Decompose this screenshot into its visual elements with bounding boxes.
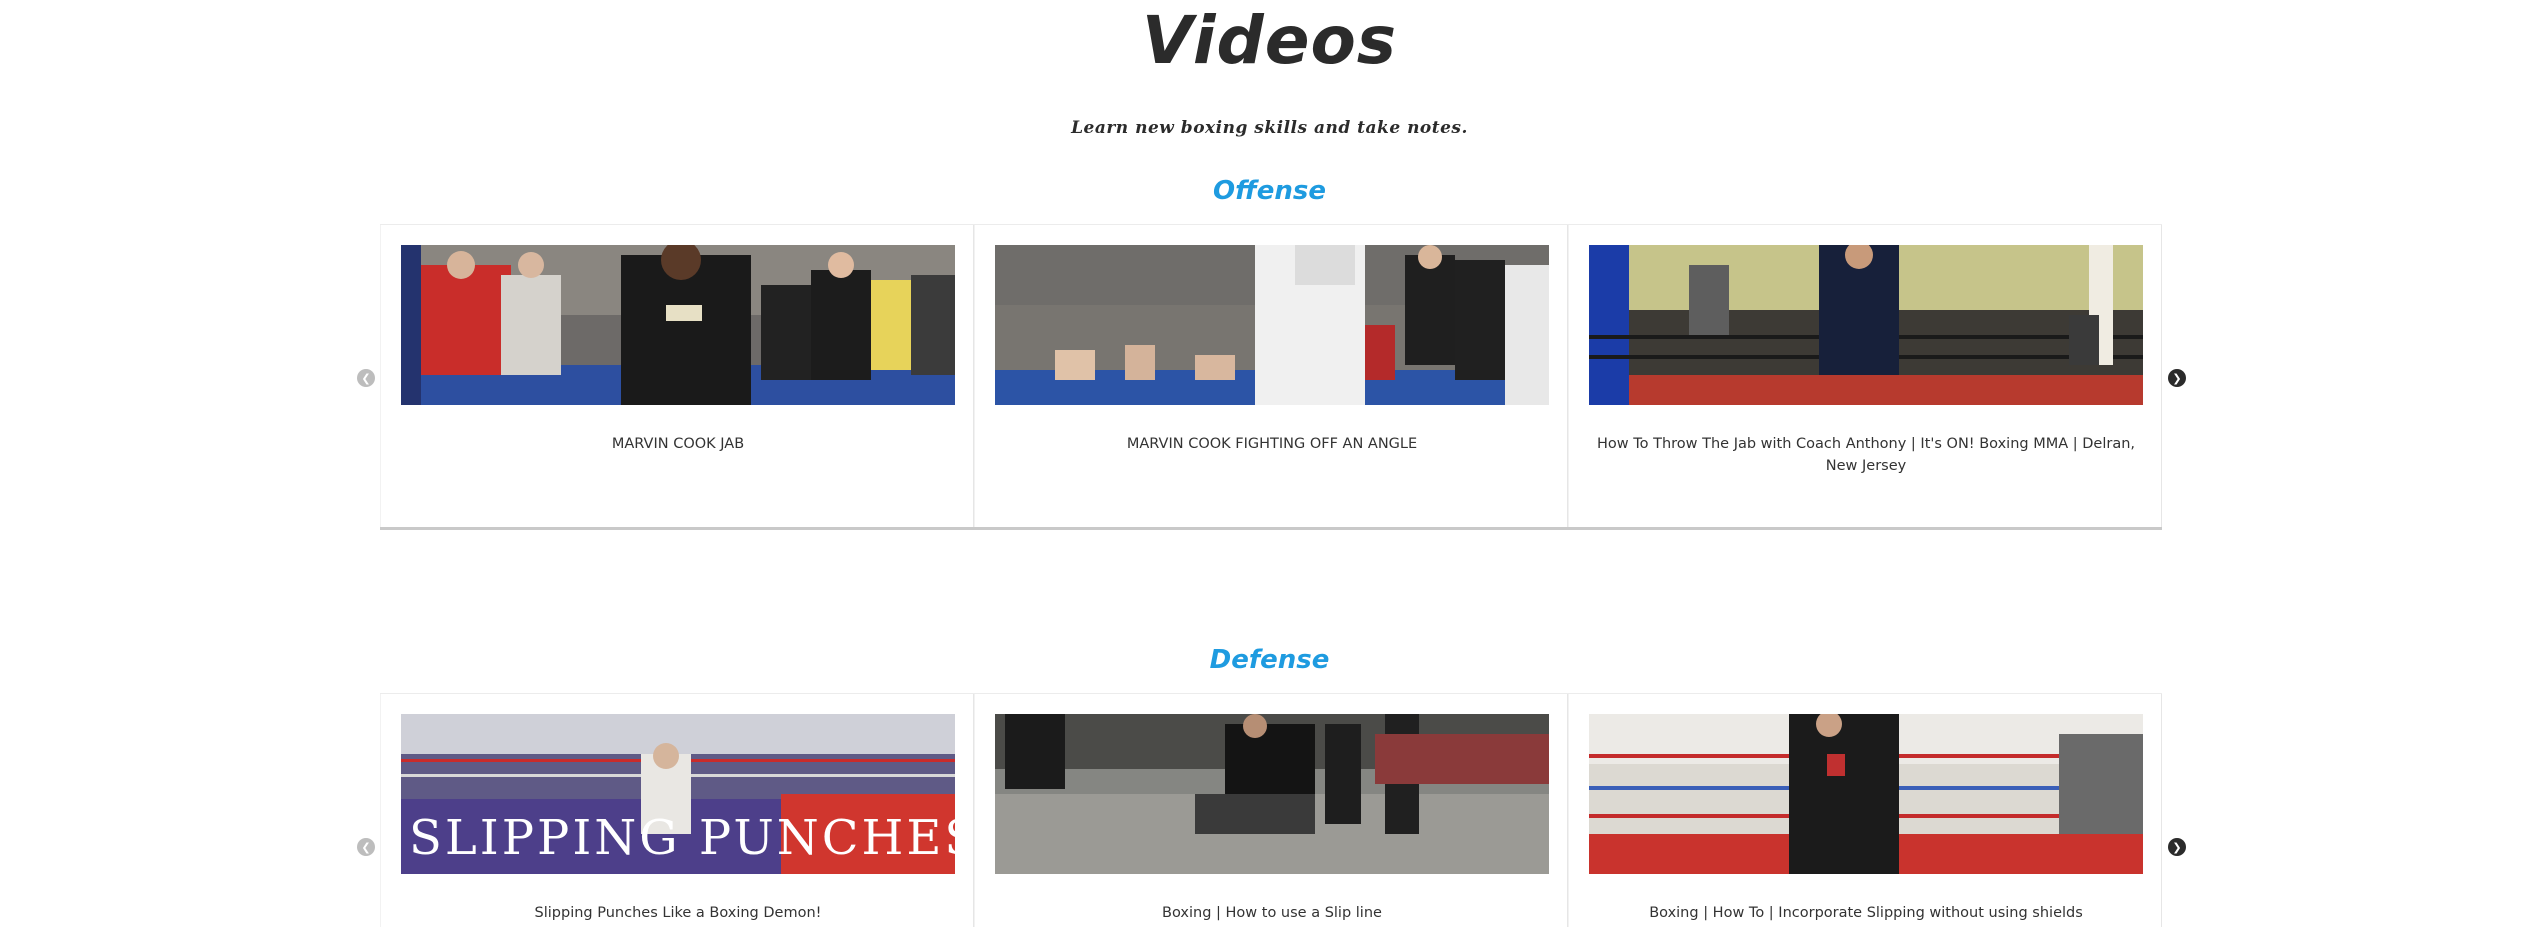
videos-page: Videos Learn new boxing skills and take …: [0, 0, 2539, 927]
thumbnail-text: SLIPPING PUNCHES: [409, 810, 955, 866]
chevron-right-icon: ❯: [2172, 840, 2182, 854]
video-title[interactable]: Slipping Punches Like a Boxing Demon!: [401, 902, 955, 924]
section-title-offense: Offense: [1212, 176, 1326, 206]
carousel-next-button-offense[interactable]: ❯: [2168, 369, 2186, 387]
video-title[interactable]: Boxing | How To | Incorporate Slipping w…: [1589, 902, 2143, 924]
section-title-defense: Defense: [1209, 645, 1330, 675]
chevron-left-icon: ❮: [361, 371, 371, 385]
carousel-prev-button-defense[interactable]: ❮: [357, 838, 375, 856]
video-card[interactable]: Boxing | How to use a Slip line: [974, 694, 1568, 927]
video-thumbnail[interactable]: [1589, 714, 2143, 874]
video-title[interactable]: How To Throw The Jab with Coach Anthony …: [1589, 433, 2143, 477]
chevron-left-icon: ❮: [361, 840, 371, 854]
video-card[interactable]: How To Throw The Jab with Coach Anthony …: [1568, 225, 2162, 527]
video-thumbnail[interactable]: [1589, 245, 2143, 405]
video-thumbnail[interactable]: SLIPPING PUNCHES: [401, 714, 955, 874]
video-title[interactable]: MARVIN COOK JAB: [401, 433, 955, 455]
video-card[interactable]: SLIPPING PUNCHES Slipping Punches Like a…: [380, 694, 974, 927]
carousel-track: MARVIN COOK JAB MARVIN COOK FIGHTING OFF…: [380, 224, 2162, 530]
carousel-next-button-defense[interactable]: ❯: [2168, 838, 2186, 856]
page-title: Videos: [1141, 2, 1398, 79]
video-card[interactable]: MARVIN COOK JAB: [380, 225, 974, 527]
video-title[interactable]: MARVIN COOK FIGHTING OFF AN ANGLE: [995, 433, 1549, 455]
video-thumbnail[interactable]: [995, 245, 1549, 405]
carousel-offense: MARVIN COOK JAB MARVIN COOK FIGHTING OFF…: [380, 224, 2162, 530]
video-title[interactable]: Boxing | How to use a Slip line: [995, 902, 1549, 924]
video-thumbnail[interactable]: [401, 245, 955, 405]
carousel-prev-button-offense[interactable]: ❮: [357, 369, 375, 387]
chevron-right-icon: ❯: [2172, 371, 2182, 385]
video-card[interactable]: Boxing | How To | Incorporate Slipping w…: [1568, 694, 2162, 927]
video-card[interactable]: MARVIN COOK FIGHTING OFF AN ANGLE: [974, 225, 1568, 527]
video-thumbnail[interactable]: [995, 714, 1549, 874]
page-subtitle: Learn new boxing skills and take notes.: [1071, 118, 1468, 138]
carousel-defense: SLIPPING PUNCHES Slipping Punches Like a…: [380, 693, 2162, 927]
carousel-track: SLIPPING PUNCHES Slipping Punches Like a…: [380, 693, 2162, 927]
